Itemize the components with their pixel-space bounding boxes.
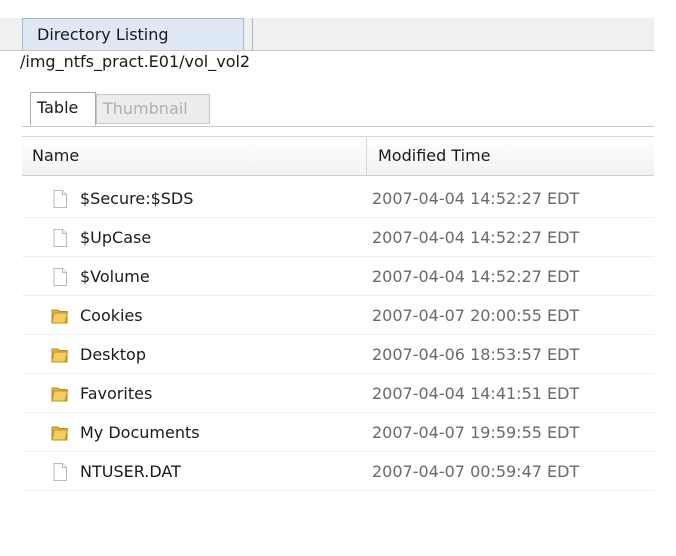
top-tab-strip: Directory Listing [0,18,654,51]
path-label: /img_ntfs_pract.E01/vol_vol2 [20,52,251,71]
column-divider[interactable] [366,137,367,175]
table-row[interactable]: Favorites 2007-04-04 14:41:51 EDT [22,375,654,413]
row-name: My Documents [80,423,200,442]
tab-directory-listing[interactable]: Directory Listing [22,18,244,50]
row-modified-time: 2007-04-06 18:53:57 EDT [372,345,580,364]
folder-icon [50,423,70,443]
row-modified-time: 2007-04-07 19:59:55 EDT [372,423,580,442]
folder-icon [50,384,70,404]
row-modified-time: 2007-04-04 14:52:27 EDT [372,267,580,286]
table-row[interactable]: $UpCase 2007-04-04 14:52:27 EDT [22,219,654,257]
table-row[interactable]: $Secure:$SDS 2007-04-04 14:52:27 EDT [22,180,654,218]
file-icon [50,462,70,482]
folder-icon [50,345,70,365]
directory-listing-window: Directory Listing /img_ntfs_pract.E01/vo… [0,0,676,556]
row-name: NTUSER.DAT [80,462,181,481]
file-icon [50,267,70,287]
tab-thumbnail: Thumbnail [96,94,210,124]
table-header: Name Modified Time [22,136,654,176]
column-header-modified-time[interactable]: Modified Time [378,137,491,175]
row-modified-time: 2007-04-04 14:52:27 EDT [372,189,580,208]
row-name: $Secure:$SDS [80,189,194,208]
row-name: $UpCase [80,228,152,247]
tab-table[interactable]: Table [30,92,96,126]
table-row[interactable]: NTUSER.DAT 2007-04-07 00:59:47 EDT [22,453,654,491]
table-row[interactable]: Cookies 2007-04-07 20:00:55 EDT [22,297,654,335]
table-row[interactable]: My Documents 2007-04-07 19:59:55 EDT [22,414,654,452]
row-name: $Volume [80,267,150,286]
file-icon [50,228,70,248]
row-name: Favorites [80,384,153,403]
table-row[interactable]: $Volume 2007-04-04 14:52:27 EDT [22,258,654,296]
view-tab-strip: Table Thumbnail [22,90,654,127]
row-modified-time: 2007-04-07 20:00:55 EDT [372,306,580,325]
column-header-name[interactable]: Name [32,137,79,175]
folder-icon [50,306,70,326]
file-icon [50,189,70,209]
row-modified-time: 2007-04-07 00:59:47 EDT [372,462,580,481]
tab-divider [252,18,253,50]
table-row[interactable]: Desktop 2007-04-06 18:53:57 EDT [22,336,654,374]
row-name: Desktop [80,345,146,364]
row-modified-time: 2007-04-04 14:52:27 EDT [372,228,580,247]
row-modified-time: 2007-04-04 14:41:51 EDT [372,384,580,403]
row-name: Cookies [80,306,143,325]
